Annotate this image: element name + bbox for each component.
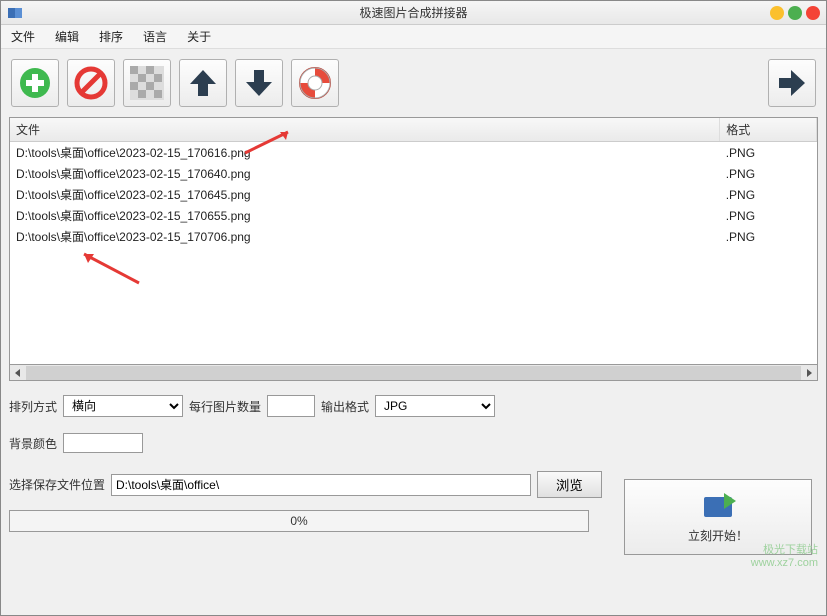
checker-icon <box>130 66 164 100</box>
bg-color-swatch[interactable] <box>63 433 143 453</box>
plus-icon <box>18 66 52 100</box>
window-controls <box>770 6 820 20</box>
start-label: 立刻开始！ <box>688 527 748 544</box>
menu-sort[interactable]: 排序 <box>99 28 123 45</box>
remove-button[interactable] <box>67 59 115 107</box>
output-format-select[interactable]: JPG <box>375 395 495 417</box>
arrange-label: 排列方式 <box>9 398 57 415</box>
save-path-label: 选择保存文件位置 <box>9 476 105 493</box>
cell-format: .PNG <box>720 205 817 226</box>
menubar: 文件 编辑 排序 语言 关于 <box>1 25 826 49</box>
cell-file: D:\tools\桌面\office\2023-02-15_170645.png <box>10 184 720 205</box>
table-row[interactable]: D:\tools\桌面\office\2023-02-15_170655.png… <box>10 205 817 226</box>
minimize-button[interactable] <box>770 6 784 20</box>
add-button[interactable] <box>11 59 59 107</box>
per-row-label: 每行图片数量 <box>189 398 261 415</box>
menu-language[interactable]: 语言 <box>143 28 167 45</box>
prohibit-icon <box>74 66 108 100</box>
scroll-thumb[interactable] <box>26 366 801 380</box>
cell-format: .PNG <box>720 184 817 205</box>
cell-file: D:\tools\桌面\office\2023-02-15_170655.png <box>10 205 720 226</box>
arrange-select[interactable]: 横向 <box>63 395 183 417</box>
per-row-input[interactable] <box>267 395 315 417</box>
help-button[interactable] <box>291 59 339 107</box>
cell-format: .PNG <box>720 163 817 184</box>
table-row[interactable]: D:\tools\桌面\office\2023-02-15_170640.png… <box>10 163 817 184</box>
next-button[interactable] <box>768 59 816 107</box>
settings-row: 排列方式 横向 每行图片数量 输出格式 JPG <box>1 381 826 423</box>
menu-file[interactable]: 文件 <box>11 28 35 45</box>
col-header-format[interactable]: 格式 <box>720 118 817 142</box>
progress-bar: 0% <box>9 510 589 532</box>
menu-edit[interactable]: 编辑 <box>55 28 79 45</box>
scroll-track[interactable] <box>26 366 801 380</box>
table-row[interactable]: D:\tools\桌面\office\2023-02-15_170706.png… <box>10 226 817 247</box>
titlebar: 极速图片合成拼接器 <box>1 1 826 25</box>
lifebuoy-icon <box>298 66 332 100</box>
window-title: 极速图片合成拼接器 <box>359 4 467 21</box>
scroll-left-icon[interactable] <box>10 366 26 380</box>
menu-about[interactable]: 关于 <box>187 28 211 45</box>
table-row[interactable]: D:\tools\桌面\office\2023-02-15_170616.png… <box>10 142 817 164</box>
close-button[interactable] <box>806 6 820 20</box>
arrow-up-icon <box>186 66 220 100</box>
browse-button[interactable]: 浏览 <box>537 471 602 498</box>
table-row[interactable]: D:\tools\桌面\office\2023-02-15_170645.png… <box>10 184 817 205</box>
app-icon <box>7 5 23 21</box>
bg-row: 背景颜色 <box>1 423 826 463</box>
move-up-button[interactable] <box>179 59 227 107</box>
toolbar <box>1 49 826 117</box>
cell-file: D:\tools\桌面\office\2023-02-15_170616.png <box>10 142 720 164</box>
maximize-button[interactable] <box>788 6 802 20</box>
transparency-button[interactable] <box>123 59 171 107</box>
save-path-input[interactable] <box>111 474 531 496</box>
move-down-button[interactable] <box>235 59 283 107</box>
arrow-right-icon <box>775 66 809 100</box>
start-button[interactable]: 立刻开始！ <box>624 479 812 555</box>
start-icon <box>700 491 736 521</box>
horizontal-scrollbar[interactable] <box>9 365 818 381</box>
cell-file: D:\tools\桌面\office\2023-02-15_170706.png <box>10 226 720 247</box>
cell-format: .PNG <box>720 142 817 164</box>
col-header-file[interactable]: 文件 <box>10 118 720 142</box>
cell-format: .PNG <box>720 226 817 247</box>
arrow-down-icon <box>242 66 276 100</box>
content-area: 文件 格式 D:\tools\桌面\office\2023-02-15_1706… <box>1 117 826 381</box>
progress-text: 0% <box>290 514 307 528</box>
file-table: 文件 格式 D:\tools\桌面\office\2023-02-15_1706… <box>9 117 818 365</box>
output-label: 输出格式 <box>321 398 369 415</box>
bg-label: 背景颜色 <box>9 435 57 452</box>
scroll-right-icon[interactable] <box>801 366 817 380</box>
cell-file: D:\tools\桌面\office\2023-02-15_170640.png <box>10 163 720 184</box>
